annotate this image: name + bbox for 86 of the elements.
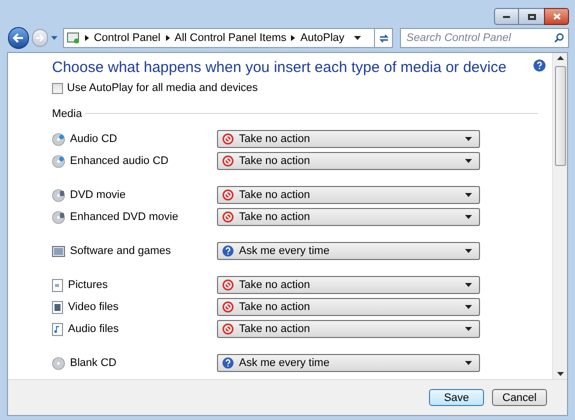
disc-icon bbox=[52, 356, 65, 370]
prohibited-icon bbox=[222, 189, 234, 201]
page-heading: Choose what happens when you insert each type of media or device bbox=[52, 58, 506, 78]
action-dropdown[interactable]: Take no action bbox=[217, 186, 480, 204]
breadcrumb-item[interactable]: All Control Panel Items bbox=[174, 30, 286, 46]
forward-arrow-icon bbox=[34, 34, 45, 42]
address-bar[interactable]: Control Panel All Control Panel Items AutoPlay bbox=[62, 28, 394, 48]
action-value: Ask me every time bbox=[239, 244, 330, 259]
minimize-button[interactable] bbox=[494, 8, 519, 25]
dropdown-caret-icon bbox=[465, 327, 472, 331]
action-dropdown[interactable]: Take no action bbox=[217, 298, 480, 316]
prohibited-icon bbox=[222, 301, 234, 313]
checkbox-label: Use AutoPlay for all media and devices bbox=[67, 81, 258, 96]
search-icon bbox=[554, 33, 564, 43]
media-type-label: Blank CD bbox=[70, 356, 116, 371]
dropdown-caret-icon bbox=[465, 249, 472, 253]
breadcrumb-item[interactable]: AutoPlay bbox=[300, 30, 344, 46]
media-type-label: Audio files bbox=[68, 322, 119, 337]
media-type-label: Software and games bbox=[70, 244, 171, 259]
music-file-icon bbox=[52, 322, 63, 336]
back-button[interactable] bbox=[8, 27, 29, 49]
prohibited-icon bbox=[222, 133, 234, 145]
action-value: Take no action bbox=[239, 210, 311, 225]
back-arrow-icon bbox=[12, 33, 24, 43]
dialog-button[interactable]: Cancel bbox=[492, 389, 547, 406]
action-value: Take no action bbox=[239, 154, 311, 169]
media-type-label: DVD movie bbox=[70, 188, 126, 203]
action-dropdown[interactable]: Ask me every time bbox=[217, 242, 480, 260]
control-panel-icon bbox=[66, 32, 80, 44]
dropdown-caret-icon bbox=[465, 361, 472, 365]
dropdown-caret-icon[interactable] bbox=[354, 36, 362, 40]
dropdown-caret-icon bbox=[465, 193, 472, 197]
disc-icon bbox=[52, 132, 65, 146]
action-value: Take no action bbox=[239, 322, 311, 337]
media-type-label: Video files bbox=[68, 300, 119, 315]
scrollbar-thumb[interactable] bbox=[554, 66, 566, 166]
disc-icon bbox=[52, 188, 65, 202]
chevron-right-icon bbox=[166, 35, 170, 41]
prohibited-icon bbox=[222, 211, 234, 223]
close-button[interactable] bbox=[544, 8, 569, 25]
action-dropdown[interactable]: Take no action bbox=[217, 130, 480, 148]
chevron-right-icon bbox=[84, 35, 89, 41]
scroll-up-icon[interactable] bbox=[556, 56, 564, 60]
action-dropdown[interactable]: Ask me every time bbox=[217, 354, 480, 372]
autoplay-checkbox[interactable] bbox=[52, 82, 63, 94]
scroll-down-icon[interactable] bbox=[556, 372, 564, 376]
maximize-button[interactable] bbox=[519, 8, 544, 25]
software-icon bbox=[52, 244, 65, 258]
search-field[interactable]: Search Control Panel bbox=[400, 28, 570, 48]
dropdown-caret-icon bbox=[465, 159, 472, 163]
action-value: Take no action bbox=[239, 188, 311, 203]
disc-icon bbox=[52, 210, 65, 224]
vertical-scrollbar[interactable] bbox=[552, 53, 567, 379]
action-dropdown[interactable]: Take no action bbox=[217, 208, 480, 226]
action-value: Take no action bbox=[239, 132, 311, 147]
section-title: Media bbox=[52, 106, 82, 122]
action-value: Take no action bbox=[239, 278, 311, 293]
file-icon bbox=[52, 278, 63, 292]
close-icon bbox=[552, 13, 560, 20]
action-value: Ask me every time bbox=[239, 356, 330, 371]
dropdown-caret-icon bbox=[465, 137, 472, 141]
prohibited-icon bbox=[222, 323, 234, 335]
question-icon bbox=[222, 357, 234, 369]
disc-icon bbox=[52, 154, 65, 168]
dropdown-caret-icon bbox=[465, 305, 472, 309]
dropdown-caret-icon bbox=[465, 283, 472, 287]
refresh-icon bbox=[378, 32, 390, 44]
chevron-right-icon bbox=[291, 35, 296, 41]
action-dropdown[interactable]: Take no action bbox=[217, 152, 480, 170]
media-type-label: Pictures bbox=[68, 278, 108, 293]
minimize-icon bbox=[503, 16, 510, 18]
video-file-icon bbox=[52, 300, 63, 314]
prohibited-icon bbox=[222, 279, 234, 291]
media-type-label: Enhanced DVD movie bbox=[70, 210, 178, 225]
dialog-button[interactable]: Save bbox=[429, 389, 484, 406]
question-icon bbox=[222, 245, 234, 257]
breadcrumb-item[interactable]: Control Panel bbox=[94, 30, 160, 46]
action-dropdown[interactable]: Take no action bbox=[217, 320, 480, 338]
maximize-icon bbox=[528, 14, 536, 20]
action-value: Take no action bbox=[239, 300, 311, 315]
media-type-label: Audio CD bbox=[70, 132, 118, 147]
help-icon[interactable] bbox=[533, 59, 546, 72]
media-type-label: Enhanced audio CD bbox=[70, 154, 168, 169]
prohibited-icon bbox=[222, 155, 234, 167]
dropdown-caret-icon bbox=[465, 215, 472, 219]
action-dropdown[interactable]: Take no action bbox=[217, 276, 480, 294]
